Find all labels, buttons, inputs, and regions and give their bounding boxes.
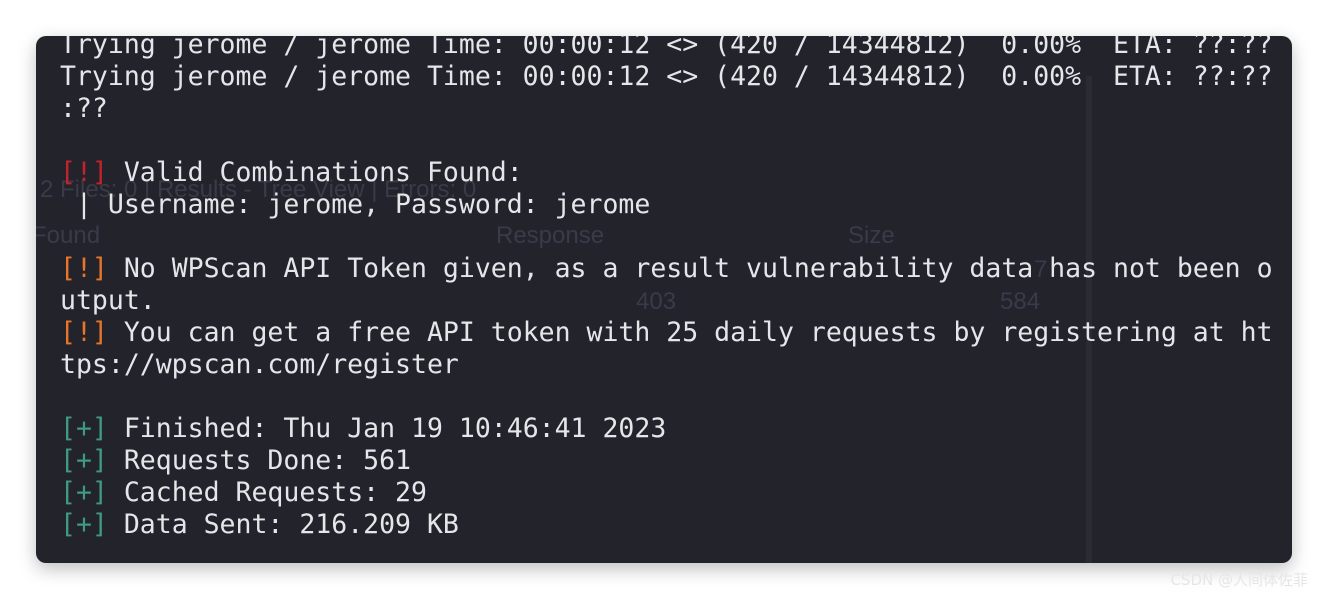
success-prefix: [+] (60, 477, 108, 508)
line-text: No WPScan API Token given, as a result v… (107, 253, 1273, 284)
success-prefix: [+] (60, 445, 108, 476)
watermark: CSDN @人间体佐菲 (1170, 571, 1308, 589)
success-prefix: [+] (60, 509, 108, 540)
line-text: Valid Combinations Found: (107, 157, 523, 188)
line-text: Trying jerome / jerome Time: 00:00:12 <>… (60, 61, 1273, 92)
line-text: :?? (60, 93, 108, 124)
output-line-wrap: :?? (60, 93, 1292, 125)
line-text: You can get a free API token with 25 dai… (107, 317, 1273, 348)
line-text: Requests Done: 561 (107, 445, 412, 476)
warning-prefix: [!] (60, 317, 108, 348)
warning-prefix: [!] (60, 253, 108, 284)
output-line-progress: Trying jerome / jerome Time: 00:00:12 <>… (60, 36, 1292, 61)
output-line-data-sent: [+] Data Sent: 216.209 KB (60, 509, 1292, 541)
output-line-blank (60, 125, 1292, 157)
output-line-valid-combinations: [!] Valid Combinations Found: (60, 157, 1292, 189)
terminal-window: 2 Files: 0 | Results - Tree View | Error… (36, 36, 1292, 563)
line-text: utput. (60, 285, 156, 316)
output-line-blank (60, 221, 1292, 253)
output-line-credentials: | Username: jerome, Password: jerome (60, 189, 1292, 221)
error-prefix: [!] (60, 157, 108, 188)
success-prefix: [+] (60, 413, 108, 444)
output-line-finished: [+] Finished: Thu Jan 19 10:46:41 2023 (60, 413, 1292, 445)
output-line-warning: [!] You can get a free API token with 25… (60, 317, 1292, 349)
output-line-wrap: utput. (60, 285, 1292, 317)
output-line-blank (60, 381, 1292, 413)
output-line-wrap: tps://wpscan.com/register (60, 349, 1292, 381)
line-text: Trying jerome / jerome Time: 00:00:12 <>… (60, 36, 1273, 60)
line-text: | Username: jerome, Password: jerome (60, 189, 651, 220)
output-line-warning: [!] No WPScan API Token given, as a resu… (60, 253, 1292, 285)
output-line-requests-done: [+] Requests Done: 561 (60, 445, 1292, 477)
line-text: Finished: Thu Jan 19 10:46:41 2023 (107, 413, 667, 444)
line-text: Data Sent: 216.209 KB (107, 509, 459, 540)
output-line-progress: Trying jerome / jerome Time: 00:00:12 <>… (60, 61, 1292, 93)
line-text: Cached Requests: 29 (107, 477, 427, 508)
terminal-output: Trying jerome / jerome Time: 00:00:12 <>… (60, 36, 1292, 541)
line-text: tps://wpscan.com/register (60, 349, 459, 380)
output-line-cached-requests: [+] Cached Requests: 29 (60, 477, 1292, 509)
